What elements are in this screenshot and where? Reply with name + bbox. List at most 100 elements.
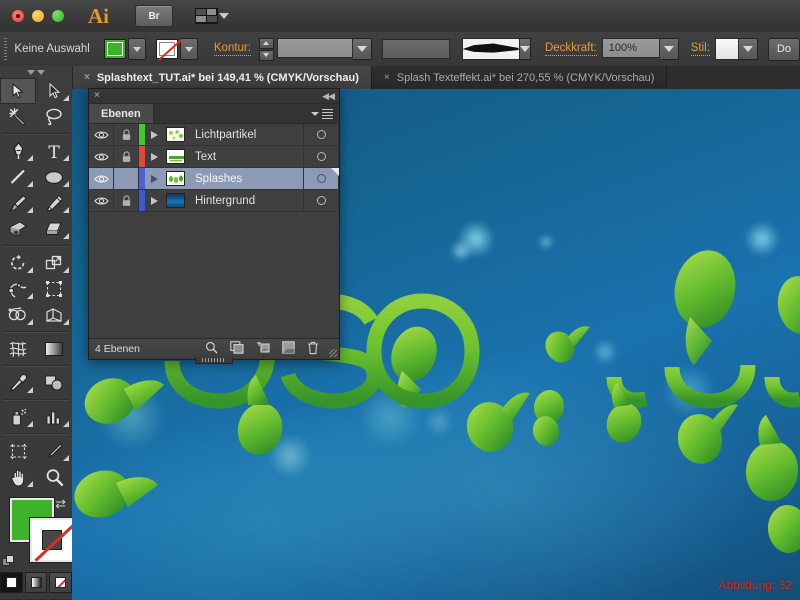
table-row[interactable]: Text xyxy=(89,146,339,168)
close-icon[interactable]: × xyxy=(94,91,100,101)
layer-lock-toggle[interactable] xyxy=(114,146,139,167)
document-tab-1[interactable]: × Splashtext_TUT.ai* bei 149,41 % (CMYK/… xyxy=(72,66,372,89)
free-transform-tool[interactable] xyxy=(36,276,72,302)
column-graph-tool[interactable] xyxy=(36,404,72,430)
table-row[interactable]: Splashes xyxy=(89,168,339,190)
stroke-weight-dropdown[interactable] xyxy=(352,38,372,60)
close-icon[interactable]: × xyxy=(84,72,90,83)
layer-list[interactable]: Lichtpartikel Text Splashes Hintergrund xyxy=(89,124,339,338)
panel-resize-grip[interactable] xyxy=(329,349,337,357)
perspective-grid-tool[interactable] xyxy=(36,302,72,328)
symbol-sprayer-tool[interactable] xyxy=(0,404,36,430)
stroke-color-box[interactable] xyxy=(30,518,78,562)
graphic-style-swatch[interactable] xyxy=(714,38,739,60)
layer-target-indicator[interactable] xyxy=(303,124,339,145)
eyedropper-tool[interactable] xyxy=(0,370,36,396)
pen-tool[interactable] xyxy=(0,138,36,164)
opacity-input[interactable]: 100% xyxy=(601,38,660,58)
stroke-weight-group[interactable] xyxy=(276,38,372,60)
layer-target-indicator[interactable] xyxy=(303,146,339,167)
gradient-mode-button[interactable] xyxy=(24,572,48,593)
direct-selection-tool[interactable] xyxy=(36,78,72,104)
brush-definition-field[interactable] xyxy=(461,38,520,60)
delete-selection-button[interactable] xyxy=(307,341,319,358)
close-icon[interactable]: × xyxy=(384,72,390,83)
stroke-weight-decrement[interactable] xyxy=(258,49,274,61)
locate-object-button[interactable] xyxy=(205,341,218,357)
layer-lock-toggle[interactable] xyxy=(114,124,139,145)
layer-lock-toggle[interactable] xyxy=(114,190,139,211)
zoom-tool[interactable] xyxy=(36,464,72,490)
create-new-sublayer-button[interactable] xyxy=(256,341,270,357)
fill-dropdown-button[interactable] xyxy=(127,38,146,60)
artboard-tool[interactable] xyxy=(0,438,36,464)
panel-drag-handle[interactable] xyxy=(195,357,233,364)
layers-panel[interactable]: × ◀◀ Ebenen Lichtpartikel Text Splashes … xyxy=(88,88,340,364)
panel-menu-button[interactable] xyxy=(311,104,339,123)
shape-builder-tool[interactable] xyxy=(0,302,36,328)
layer-name[interactable]: Lichtpartikel xyxy=(187,124,303,145)
blob-brush-tool[interactable] xyxy=(0,216,36,242)
document-setup-button[interactable]: Do xyxy=(767,37,800,61)
type-tool[interactable]: T xyxy=(36,138,72,164)
none-mode-button[interactable] xyxy=(49,572,73,593)
layer-visibility-toggle[interactable] xyxy=(89,190,114,211)
layer-visibility-toggle[interactable] xyxy=(89,168,114,189)
stroke-weight-increment[interactable] xyxy=(258,37,274,49)
paintbrush-tool[interactable] xyxy=(0,190,36,216)
table-row[interactable]: Hintergrund xyxy=(89,190,339,212)
fill-swatch-group[interactable] xyxy=(103,38,146,60)
pencil-tool[interactable] xyxy=(36,190,72,216)
bridge-button[interactable]: Br xyxy=(135,5,173,27)
make-clipping-mask-button[interactable] xyxy=(230,341,244,357)
control-bar-gripper[interactable] xyxy=(4,38,8,60)
opacity-group[interactable]: 100% xyxy=(601,38,679,60)
magic-wand-tool[interactable] xyxy=(0,104,36,130)
warp-tool[interactable] xyxy=(0,276,36,302)
slice-tool[interactable] xyxy=(36,438,72,464)
zoom-window-button[interactable] xyxy=(52,10,64,22)
tab-ebenen[interactable]: Ebenen xyxy=(89,104,154,123)
swap-fill-stroke-icon[interactable]: ⇄ xyxy=(55,496,66,512)
stroke-weight-input[interactable] xyxy=(276,38,353,58)
lasso-tool[interactable] xyxy=(36,104,72,130)
color-mode-button[interactable] xyxy=(0,572,23,593)
layer-expand-toggle[interactable] xyxy=(145,168,163,189)
layer-target-indicator[interactable] xyxy=(303,168,339,189)
selection-tool[interactable] xyxy=(0,78,36,104)
default-fill-stroke-button[interactable] xyxy=(2,555,15,568)
style-group[interactable] xyxy=(714,38,758,60)
rotate-tool[interactable] xyxy=(0,250,36,276)
layer-visibility-toggle[interactable] xyxy=(89,146,114,167)
hand-tool[interactable] xyxy=(0,464,36,490)
line-segment-tool[interactable] xyxy=(0,164,36,190)
brush-definition-dropdown[interactable] xyxy=(519,38,531,60)
layer-name[interactable]: Splashes xyxy=(187,168,303,189)
collapse-icon[interactable]: ◀◀ xyxy=(322,91,335,102)
layer-expand-toggle[interactable] xyxy=(145,124,163,145)
layer-visibility-toggle[interactable] xyxy=(89,124,114,145)
table-row[interactable]: Lichtpartikel xyxy=(89,124,339,146)
document-tab-2[interactable]: × Splash Texteffekt.ai* bei 270,55 % (CM… xyxy=(371,66,668,89)
opacity-dropdown[interactable] xyxy=(659,38,679,60)
blend-tool[interactable] xyxy=(36,370,72,396)
tools-panel-handle[interactable] xyxy=(0,66,72,78)
layer-expand-toggle[interactable] xyxy=(145,146,163,167)
layer-target-indicator[interactable] xyxy=(303,190,339,211)
scale-tool[interactable] xyxy=(36,250,72,276)
stroke-swatch-group[interactable] xyxy=(155,38,198,60)
gradient-tool[interactable] xyxy=(36,336,72,362)
ellipse-tool[interactable] xyxy=(36,164,72,190)
fill-swatch[interactable] xyxy=(103,39,126,59)
stroke-swatch[interactable] xyxy=(155,39,178,59)
layers-panel-titlebar[interactable]: × ◀◀ xyxy=(89,89,339,104)
create-new-layer-button[interactable] xyxy=(282,341,295,357)
layer-name[interactable]: Text xyxy=(187,146,303,167)
close-window-button[interactable] xyxy=(12,10,24,22)
arrange-documents-button[interactable] xyxy=(195,8,229,24)
stroke-weight-stepper[interactable] xyxy=(258,37,274,61)
minimize-window-button[interactable] xyxy=(32,10,44,22)
graphic-style-dropdown[interactable] xyxy=(738,38,758,60)
layer-lock-toggle[interactable] xyxy=(114,168,139,189)
layer-expand-toggle[interactable] xyxy=(145,190,163,211)
